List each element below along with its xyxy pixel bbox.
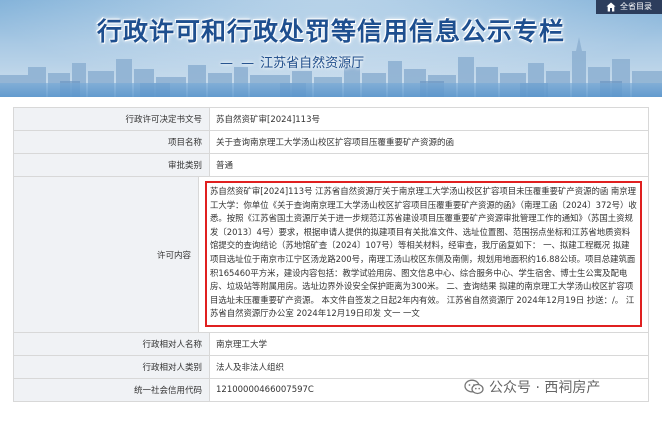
table-row: 审批类别 普通 xyxy=(14,154,649,177)
row-value: 苏自然资矿审[2024]113号 江苏省自然资源厅关于南京理工大学汤山校区扩容项… xyxy=(199,177,649,332)
subtitle-text: 江苏省自然资源厅 xyxy=(260,56,365,71)
row-label: 项目名称 xyxy=(14,131,210,153)
table-row: 行政许可决定书文号 苏自然资矿审[2024]113号 xyxy=(14,108,649,131)
row-label: 审批类别 xyxy=(14,154,210,176)
top-nav-home-link[interactable]: 全省目录 xyxy=(596,0,662,14)
permit-content-highlight: 苏自然资矿审[2024]113号 江苏省自然资源厅关于南京理工大学汤山校区扩容项… xyxy=(205,181,642,327)
row-value: 法人及非法人组织 xyxy=(210,356,649,378)
table-row-content: 许可内容 苏自然资矿审[2024]113号 江苏省自然资源厅关于南京理工大学汤山… xyxy=(14,177,649,333)
banner-water xyxy=(0,83,662,97)
banner-title: 行政许可和行政处罚等信用信息公示专栏 xyxy=(96,17,565,46)
watermark: 公众号 · 西祠房产 xyxy=(464,377,600,397)
top-nav-home-label: 全省目录 xyxy=(620,2,652,11)
table-row: 行政相对人名称 南京理工大学 xyxy=(14,333,649,356)
row-label: 行政许可决定书文号 xyxy=(14,108,210,130)
row-value: 普通 xyxy=(210,154,649,176)
row-label: 统一社会信用代码 xyxy=(14,379,210,401)
subtitle-prefix: — — xyxy=(220,56,257,71)
row-label: 行政相对人类别 xyxy=(14,356,210,378)
watermark-text: 公众号 · 西祠房产 xyxy=(489,380,601,396)
table-row: 行政相对人类别 法人及非法人组织 xyxy=(14,356,649,379)
row-label: 许可内容 xyxy=(14,177,199,332)
wechat-icon xyxy=(464,379,484,395)
home-icon xyxy=(606,2,616,12)
header-banner: 行政许可和行政处罚等信用信息公示专栏 — — 江苏省自然资源厅 xyxy=(0,0,662,97)
row-value: 南京理工大学 xyxy=(210,333,649,355)
row-label: 行政相对人名称 xyxy=(14,333,210,355)
info-table: 行政许可决定书文号 苏自然资矿审[2024]113号 项目名称 关于查询南京理工… xyxy=(13,107,649,402)
banner-subtitle: — — 江苏省自然资源厅 xyxy=(220,52,364,71)
row-value: 关于查询南京理工大学汤山校区扩容项目压覆重要矿产资源的函 xyxy=(210,131,649,153)
table-row: 项目名称 关于查询南京理工大学汤山校区扩容项目压覆重要矿产资源的函 xyxy=(14,131,649,154)
row-value: 苏自然资矿审[2024]113号 xyxy=(210,108,649,130)
